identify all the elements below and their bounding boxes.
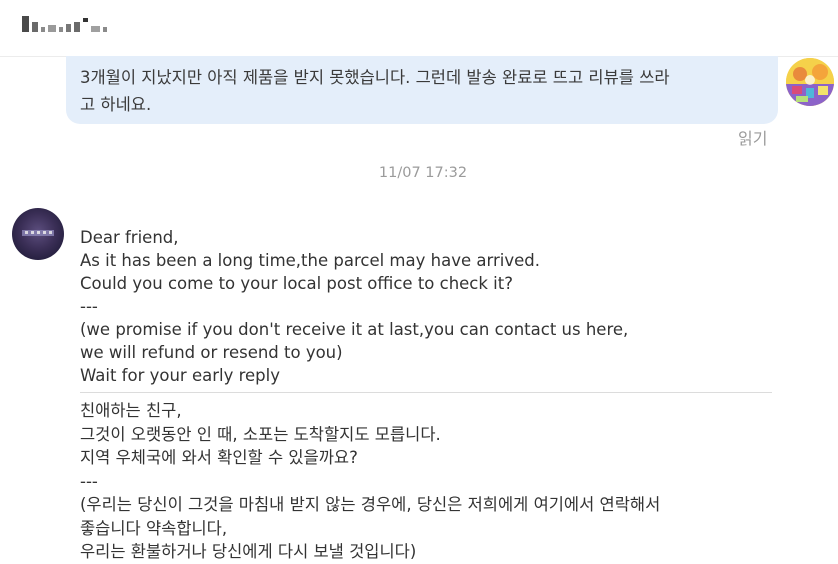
outgoing-message-line: 3개월이 지났지만 아직 제품을 받지 못했습니다. 그런데 발송 완료로 뜨고… [80, 68, 670, 87]
message-line: --- [80, 471, 98, 491]
message-line: we will refund or resend to you) [80, 343, 343, 362]
translation-divider [80, 392, 772, 393]
partner-avatar[interactable] [12, 208, 64, 260]
message-timestamp: 11/07 17:32 [378, 165, 468, 181]
message-line: 지역 우체국에 와서 확인할 수 있을까요? [80, 448, 358, 467]
self-avatar[interactable] [786, 58, 834, 106]
chat-title-blurred [22, 14, 107, 32]
incoming-message-english: Dear friend, As it has been a long time,… [80, 226, 628, 387]
message-line: Dear friend, [80, 228, 179, 247]
message-line: As it has been a long time,the parcel ma… [80, 251, 540, 270]
message-line: 좋습니다 약속합니다, [80, 518, 228, 538]
message-line: 그것이 오랫동안 인 때, 소포는 도착할지도 모릅니다. [80, 424, 441, 444]
message-line: (we promise if you don't receive it at l… [80, 320, 629, 339]
message-line: Wait for your early reply [80, 366, 280, 385]
message-line: Could you come to your local post office… [80, 274, 513, 293]
message-line: --- [80, 297, 98, 316]
self-avatar-image [786, 58, 834, 106]
message-line: 우리는 환불하거나 당신에게 다시 보낼 것입니다) [80, 542, 417, 561]
chat-header [0, 0, 838, 57]
partner-avatar-image [22, 230, 54, 236]
message-line: (우리는 당신이 그것을 마침내 받지 않는 경우에, 당신은 저희에게 여기에… [80, 495, 661, 514]
outgoing-message-text: 3개월이 지났지만 아직 제품을 받지 못했습니다. 그런데 발송 완료로 뜨고… [80, 64, 770, 118]
message-line: 친애하는 친구, [80, 401, 182, 420]
incoming-message-korean: 친애하는 친구, 그것이 오랫동안 인 때, 소포는 도착할지도 모릅니다. 지… [80, 399, 660, 564]
read-status: 읽기 [738, 129, 768, 148]
outgoing-message-line: 고 하네요. [80, 95, 152, 114]
